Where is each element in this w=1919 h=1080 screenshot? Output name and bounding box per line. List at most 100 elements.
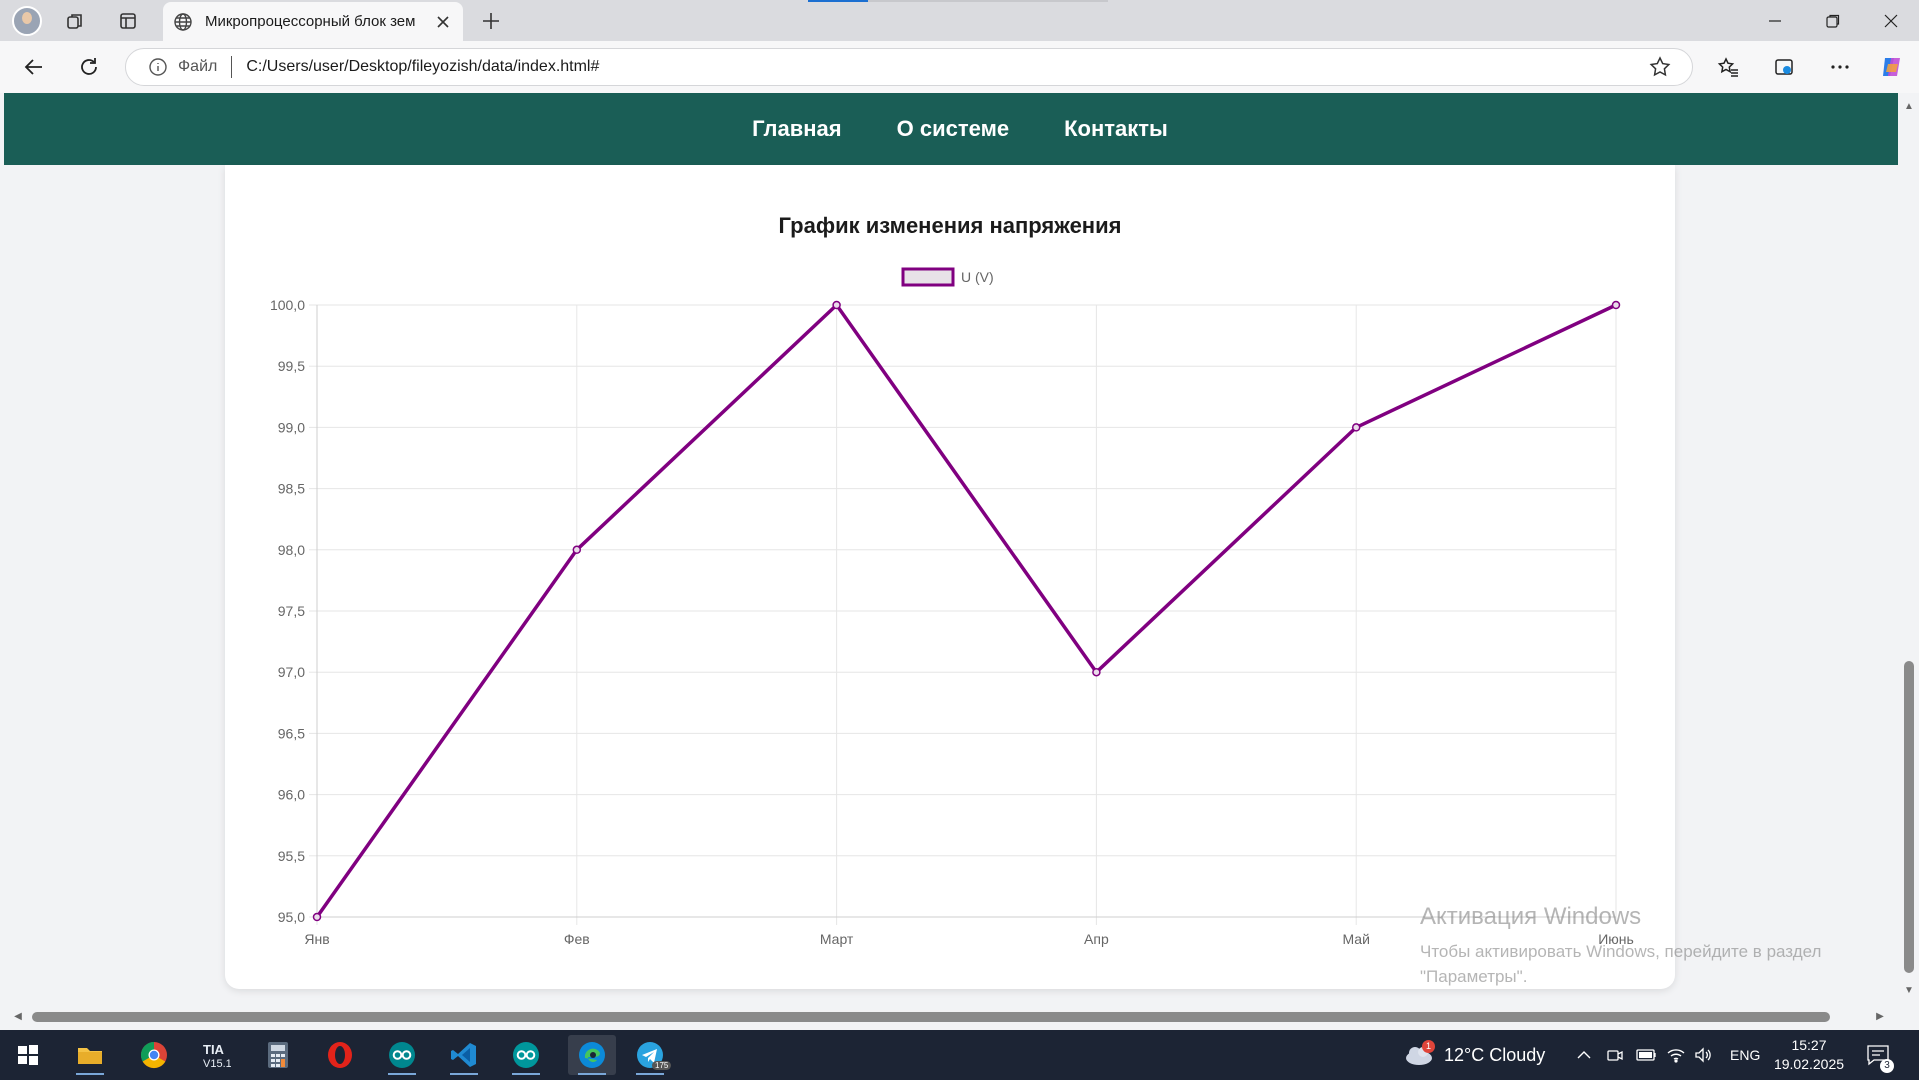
data-point	[312, 912, 322, 922]
x-tick-label: Фев	[564, 931, 590, 947]
arduino-ide-icon[interactable]	[382, 1035, 422, 1075]
x-tick-label: Янв	[304, 931, 329, 947]
weather-widget[interactable]: 1 12°C Cloudy	[1404, 1030, 1545, 1080]
running-indicator	[450, 1073, 478, 1075]
minimize-icon[interactable]	[1760, 8, 1790, 34]
activation-title: Активация Windows	[1420, 903, 1642, 930]
restore-icon[interactable]	[1818, 8, 1848, 34]
telegram-icon[interactable]: 175	[630, 1035, 672, 1075]
horizontal-scroll-thumb[interactable]	[32, 1012, 1830, 1022]
chart-card: График изменения напряжения 95,0 95,5 96,0…	[225, 165, 1675, 989]
language-indicator[interactable]: ENG	[1730, 1030, 1760, 1080]
y-tick-label: 99,5	[278, 358, 305, 374]
scroll-left-arrow-icon[interactable]: ◀	[12, 1011, 24, 1023]
scroll-up-arrow-icon[interactable]: ▲	[1903, 101, 1915, 113]
legend-swatch	[901, 267, 955, 287]
y-tick-label: 98,0	[278, 542, 305, 558]
svg-text:V15.1: V15.1	[203, 1058, 231, 1069]
close-window-icon[interactable]	[1876, 8, 1906, 34]
y-tick-label: 97,0	[278, 664, 305, 680]
globe-icon	[174, 12, 192, 31]
address-bar[interactable]: Файл C:/Users/user/Desktop/fileyozish/da…	[125, 48, 1693, 86]
windows-activation-watermark: Активация Windows Чтобы активировать Win…	[1420, 903, 1821, 989]
favorite-star-icon[interactable]	[1648, 55, 1672, 79]
x-tick-label: Апр	[1084, 931, 1109, 947]
meet-now-icon[interactable]	[1606, 1030, 1624, 1080]
tia-portal-icon[interactable]: TIA V15.1	[196, 1035, 236, 1075]
nav-home-link[interactable]: Главная	[752, 116, 841, 142]
chrome-icon[interactable]	[134, 1035, 174, 1075]
weather-alert-badge: 1	[1422, 1040, 1435, 1053]
scroll-right-arrow-icon[interactable]: ▶	[1874, 1011, 1886, 1023]
y-tick-label: 95,0	[278, 909, 305, 925]
svg-text:TIA: TIA	[203, 1042, 225, 1057]
vertical-tabs-icon[interactable]	[115, 8, 141, 34]
y-tick-label: 97,5	[278, 603, 305, 619]
tab-title: Микропроцессорный блок зем	[205, 13, 416, 30]
back-icon[interactable]	[20, 53, 48, 81]
vertical-scrollbar[interactable]: ▲ ▼	[1898, 93, 1919, 1029]
telegram-unread-badge: 175	[652, 1061, 672, 1070]
loading-indicator	[808, 0, 868, 2]
scroll-down-arrow-icon[interactable]: ▼	[1903, 985, 1915, 997]
running-indicator	[388, 1073, 416, 1075]
copilot-icon[interactable]	[1878, 53, 1906, 81]
tab-close-icon[interactable]	[433, 12, 453, 32]
favorites-icon[interactable]	[1714, 53, 1742, 81]
info-icon[interactable]	[148, 57, 168, 77]
calculator-icon[interactable]	[258, 1035, 298, 1075]
new-tab-icon[interactable]	[478, 8, 504, 34]
data-point	[572, 545, 582, 555]
profile-avatar[interactable]	[12, 6, 42, 36]
running-indicator	[76, 1073, 104, 1075]
title-bar: Микропроцессорный блок зем	[0, 0, 1919, 41]
nav-contacts-link[interactable]: Контакты	[1064, 116, 1168, 142]
opera-icon[interactable]	[320, 1035, 360, 1075]
running-indicator	[636, 1073, 664, 1075]
legend-label: U (V)	[961, 269, 994, 285]
y-tick-label: 96,5	[278, 725, 305, 741]
more-options-icon[interactable]	[1826, 53, 1854, 81]
vertical-scroll-thumb[interactable]	[1904, 661, 1914, 973]
weather-text: 12°C Cloudy	[1444, 1044, 1546, 1065]
tray-overflow-chevron-icon[interactable]	[1576, 1030, 1592, 1080]
collections-icon[interactable]	[1770, 53, 1798, 81]
notifications-icon[interactable]: 3	[1866, 1030, 1894, 1080]
activation-line-1: Чтобы активировать Windows, перейдите в …	[1420, 942, 1822, 961]
reload-icon[interactable]	[75, 53, 103, 81]
nav-about-link[interactable]: О системе	[897, 116, 1009, 142]
workspaces-icon[interactable]	[62, 8, 88, 34]
volume-icon[interactable]	[1694, 1030, 1714, 1080]
browser-tab-active[interactable]: Микропроцессорный блок зем	[163, 2, 463, 41]
clock[interactable]: 15:27 19.02.2025	[1774, 1030, 1844, 1080]
y-tick-label: 100,0	[270, 297, 305, 313]
address-separator	[231, 56, 233, 78]
vscode-icon[interactable]	[444, 1035, 484, 1075]
start-windows-icon[interactable]	[8, 1035, 48, 1075]
data-point	[1351, 423, 1361, 432]
page-viewport: Главная О системе Контакты График измене…	[0, 93, 1919, 1029]
y-tick-label: 95,5	[278, 848, 305, 864]
x-tick-label: Май	[1342, 931, 1369, 947]
arduino-legacy-icon[interactable]	[506, 1035, 546, 1075]
clock-date: 19.02.2025	[1773, 1056, 1845, 1072]
x-tick-label: Март	[820, 931, 854, 947]
activation-line-2: "Параметры".	[1420, 967, 1528, 986]
taskbar: TIA V15.1 175 1 12°C Cloudy ENG 15:27 19…	[0, 1030, 1919, 1080]
y-tick-label: 99,0	[278, 419, 305, 435]
wifi-icon[interactable]	[1666, 1030, 1686, 1080]
file-scheme-label: Файл	[178, 58, 218, 75]
y-tick-label: 96,0	[278, 787, 305, 803]
file-explorer-icon[interactable]	[70, 1035, 110, 1075]
url-text[interactable]: C:/Users/user/Desktop/fileyozish/data/in…	[246, 58, 1648, 76]
battery-icon[interactable]	[1636, 1030, 1658, 1080]
language-text: ENG	[1730, 1047, 1761, 1063]
edge-icon[interactable]	[568, 1035, 616, 1075]
navigation-bar: Файл C:/Users/user/Desktop/fileyozish/da…	[0, 41, 1919, 93]
data-point	[1611, 300, 1621, 310]
horizontal-scrollbar[interactable]: ◀ ▶	[0, 1006, 1898, 1028]
running-indicator	[578, 1073, 606, 1075]
data-point	[1092, 667, 1101, 677]
loading-track	[868, 0, 1108, 2]
y-tick-label: 98,5	[278, 481, 305, 497]
